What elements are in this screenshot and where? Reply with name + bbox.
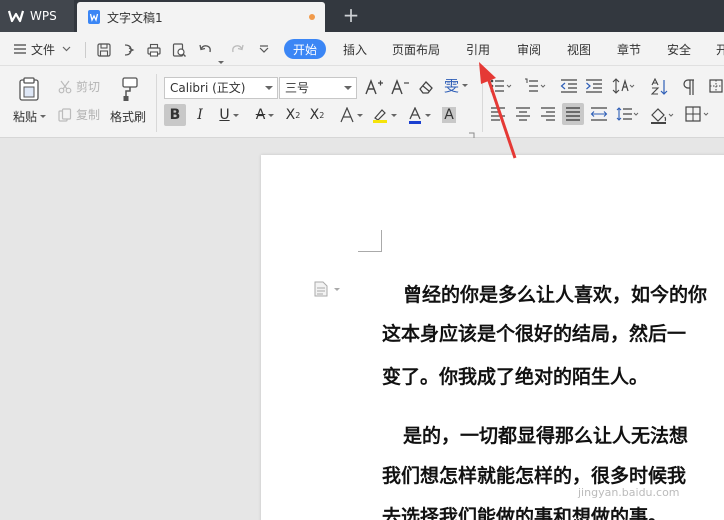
- superscript-button[interactable]: X2: [284, 104, 302, 126]
- font-color-icon: [408, 106, 422, 124]
- table-border-icon[interactable]: [685, 106, 711, 122]
- char-shading-icon: A: [442, 107, 456, 123]
- copy-icon: [58, 107, 72, 122]
- bold-button[interactable]: B: [164, 104, 186, 126]
- font-size-select[interactable]: 三号: [279, 77, 357, 99]
- copy-button[interactable]: 复制: [58, 106, 100, 123]
- tab-wps-label: WPS: [30, 9, 57, 23]
- borders-icon[interactable]: [708, 78, 724, 94]
- customize-toolbar-icon[interactable]: [256, 42, 272, 58]
- tab-document-label: 文字文稿1: [107, 10, 163, 25]
- ribbon-separator: [156, 74, 157, 132]
- file-menu-label: 文件: [31, 42, 56, 57]
- writer-doc-icon: [87, 9, 101, 25]
- tab-security[interactable]: 安全: [667, 32, 691, 66]
- copy-label: 复制: [76, 108, 101, 122]
- sort-icon[interactable]: [651, 78, 669, 96]
- line-spacing-icon[interactable]: [616, 106, 640, 122]
- font-color-button[interactable]: [405, 104, 433, 126]
- font-name-select[interactable]: Calibri (正文): [164, 77, 278, 99]
- tab-insert[interactable]: 插入: [343, 32, 367, 66]
- document-text-line[interactable]: 这本身应该是个很好的结局，然后一: [382, 319, 686, 346]
- menu-bar: 文件 开始 插入 页面布局 引用 审阅 视图 章节 安全 开: [0, 32, 724, 66]
- paste-dropdown-icon: [40, 115, 47, 118]
- document-text-line[interactable]: 曾经的你是多么让人喜欢，如今的你: [403, 280, 707, 307]
- text-direction-icon[interactable]: [611, 78, 635, 94]
- increase-indent-icon[interactable]: [585, 78, 603, 94]
- italic-button[interactable]: I: [191, 104, 209, 126]
- print-icon[interactable]: [146, 42, 162, 58]
- shrink-font-icon[interactable]: [390, 78, 410, 96]
- save-icon[interactable]: [96, 42, 112, 58]
- justify-icon[interactable]: [562, 103, 584, 125]
- char-shading-button[interactable]: A: [440, 104, 458, 126]
- tab-view[interactable]: 视图: [567, 32, 591, 66]
- tab-developer[interactable]: 开: [716, 32, 724, 66]
- undo-icon[interactable]: [197, 42, 213, 58]
- title-bar: WPS 文字文稿1 +: [0, 0, 724, 32]
- tab-sections[interactable]: 章节: [617, 32, 641, 66]
- align-right-icon[interactable]: [540, 106, 556, 122]
- chevron-down-icon: [265, 86, 273, 90]
- subscript-button[interactable]: X2: [308, 104, 326, 126]
- paste-button[interactable]: 粘贴: [13, 108, 47, 125]
- document-text-line[interactable]: 我们想怎样就能怎样的，很多时候我: [382, 461, 686, 488]
- menu-separator: [85, 42, 86, 58]
- scissors-icon: [58, 80, 72, 94]
- chevron-down-icon: [62, 46, 71, 52]
- cut-label: 剪切: [76, 80, 101, 94]
- strikethrough-button[interactable]: A: [251, 104, 279, 126]
- show-marks-icon[interactable]: [681, 78, 697, 96]
- document-text-line[interactable]: 去选择我们能做的事和想做的事。: [382, 502, 667, 520]
- tab-document[interactable]: 文字文稿1: [77, 2, 325, 32]
- underline-button[interactable]: U: [214, 104, 244, 126]
- new-tab-button[interactable]: +: [340, 4, 362, 26]
- paste-icon[interactable]: [16, 76, 44, 102]
- hamburger-icon: [14, 44, 26, 54]
- chevron-down-icon: [462, 84, 469, 87]
- redo-icon[interactable]: [230, 42, 246, 58]
- tab-home[interactable]: 开始: [284, 39, 327, 59]
- font-size-value: 三号: [285, 81, 310, 95]
- unsaved-dot-icon: [309, 14, 315, 20]
- shading-icon[interactable]: [650, 106, 676, 124]
- pinyin-guide-button[interactable]: 雯: [444, 75, 469, 96]
- highlight-color-button[interactable]: [370, 104, 398, 126]
- decrease-indent-icon[interactable]: [560, 78, 578, 94]
- clear-format-icon[interactable]: [417, 78, 435, 96]
- cut-button[interactable]: 剪切: [58, 78, 100, 95]
- paragraph-layout-icon[interactable]: [314, 281, 328, 297]
- tab-wps-home[interactable]: WPS: [0, 0, 74, 32]
- export-icon[interactable]: [121, 42, 137, 58]
- pinyin-guide-label: 雯: [444, 77, 460, 95]
- chevron-down-icon[interactable]: [334, 288, 340, 291]
- chevron-down-icon: [344, 86, 352, 90]
- format-painter-button[interactable]: 格式刷: [110, 108, 146, 125]
- tab-page-layout[interactable]: 页面布局: [392, 32, 440, 66]
- format-painter-icon[interactable]: [117, 76, 143, 102]
- paste-label: 粘贴: [13, 110, 38, 124]
- distributed-align-icon[interactable]: [590, 106, 608, 122]
- wps-logo-icon: [8, 9, 24, 23]
- file-menu-button[interactable]: 文件: [14, 32, 71, 66]
- format-painter-label: 格式刷: [110, 110, 147, 124]
- ribbon-toolbar: 粘贴 剪切 复制 格式刷 Calibri (正文) 三号 雯 B I U A X…: [0, 66, 724, 138]
- watermark: jingyan.baidu.com: [578, 486, 680, 499]
- document-text-line[interactable]: 变了。你我成了绝对的陌生人。: [382, 362, 648, 389]
- margin-corner-mark: [358, 230, 382, 252]
- highlighter-icon: [372, 107, 388, 123]
- text-effect-icon: [339, 107, 354, 123]
- font-name-value: Calibri (正文): [170, 81, 246, 95]
- text-effect-button[interactable]: [337, 104, 365, 126]
- annotation-arrow-icon: [470, 58, 530, 172]
- document-text-line[interactable]: 是的，一切都显得那么让人无法想: [403, 421, 688, 448]
- print-preview-icon[interactable]: [171, 42, 187, 58]
- grow-font-icon[interactable]: [364, 78, 384, 96]
